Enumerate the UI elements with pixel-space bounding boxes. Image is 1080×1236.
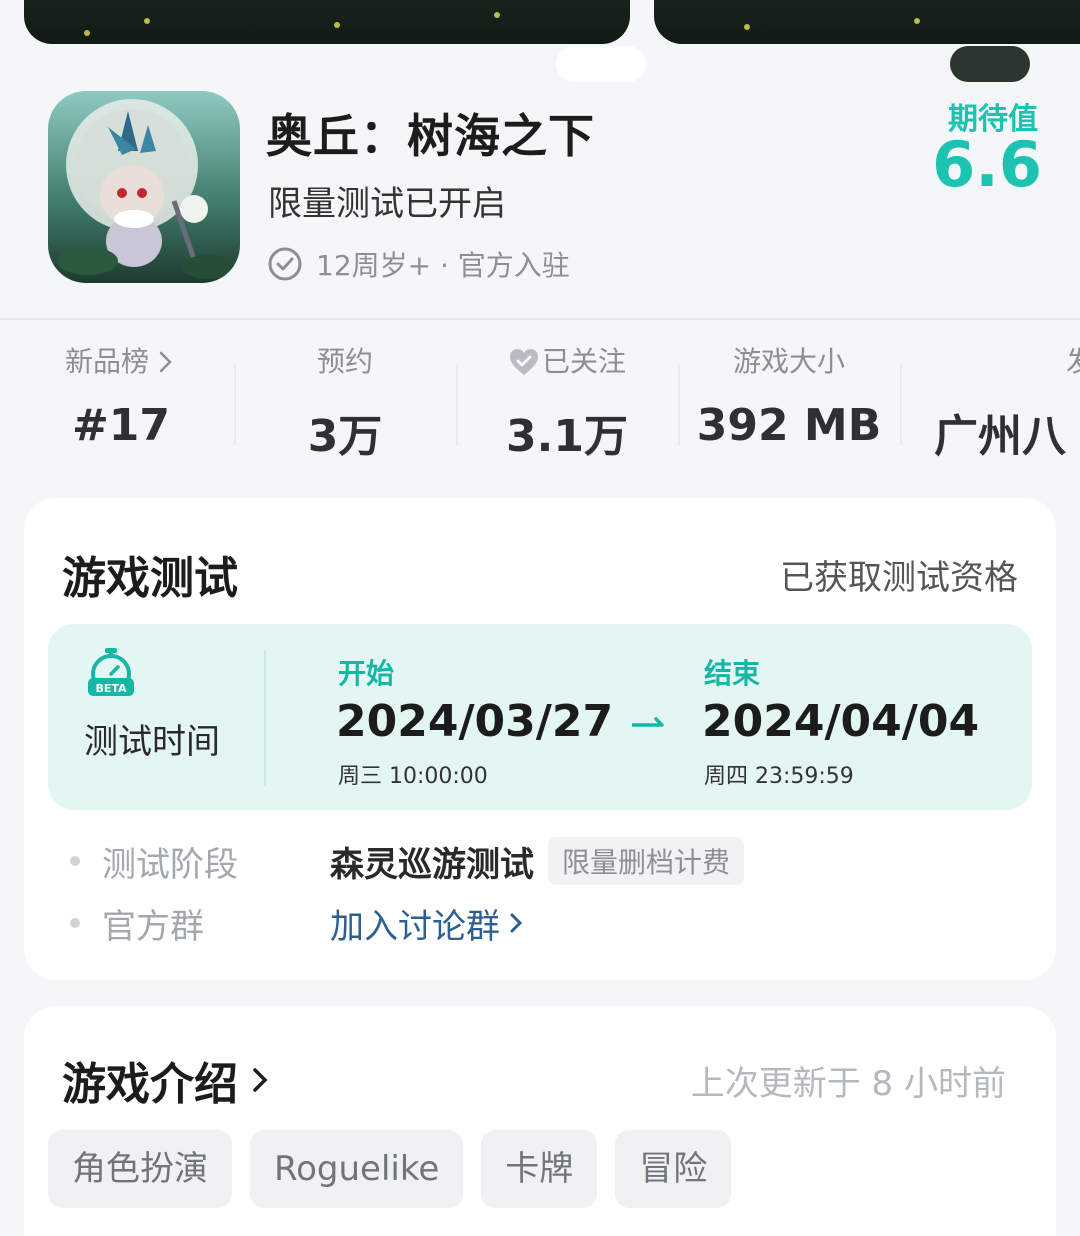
stat-value: 392 MB [696, 400, 882, 451]
test-stage-key: 测试阶段 [102, 844, 238, 885]
chevron-right-icon [159, 351, 172, 373]
test-qualification-status: 已获取测试资格 [780, 558, 1018, 598]
test-time-label: 测试时间 [84, 722, 220, 762]
arrow-right-icon [632, 717, 664, 727]
stat-label: 预约 [316, 345, 373, 378]
stat-size: 游戏大小 392 MB [678, 340, 900, 451]
expect-score: 6.6 [932, 128, 1042, 201]
stat-label: 发 [1066, 340, 1080, 384]
stats-row: 新品榜 #17 预约 3万 已关注 3.1万 游戏大小 392 MB 发 广州八 [0, 340, 1080, 462]
stat-label: 已关注 [541, 345, 626, 378]
tag-card[interactable]: 卡牌 [481, 1130, 598, 1208]
stat-label: 新品榜 [64, 345, 149, 378]
official-group-key: 官方群 [102, 906, 204, 947]
divider [0, 318, 1080, 320]
stat-value: 广州八 [934, 411, 1066, 462]
stat-reservations: 预约 3万 [234, 340, 456, 464]
tag-adventure[interactable]: 冒险 [615, 1130, 732, 1208]
chevron-right-icon [253, 1068, 268, 1092]
start-label: 开始 [338, 657, 395, 690]
game-intro-card: 游戏介绍 上次更新于 8 小时前 角色扮演 Roguelike 卡牌 冒险 [24, 1006, 1056, 1236]
beta-icon-text: BETA [95, 682, 127, 695]
start-time: 周三 10:00:00 [338, 764, 488, 789]
test-time-box: BETA 测试时间 开始 2024/03/27 周三 10:00:00 结束 2… [48, 624, 1032, 810]
beta-timer-icon: BETA [88, 648, 134, 696]
heart-icon [509, 349, 538, 375]
media-carousel[interactable] [0, 0, 1080, 82]
test-stage-badge: 限量删档计费 [548, 837, 745, 885]
card-title: 游戏测试 [62, 553, 238, 604]
bullet [70, 856, 80, 866]
last-updated: 上次更新于 8 小时前 [690, 1064, 1006, 1104]
end-date: 2024/04/04 [702, 696, 980, 747]
media-thumbnail[interactable] [24, 0, 630, 44]
media-thumbnail[interactable] [654, 0, 1080, 44]
game-subtitle: 限量测试已开启 [268, 184, 506, 224]
stat-ranking[interactable]: 新品榜 #17 [10, 340, 232, 451]
chevron-right-icon [510, 913, 523, 933]
test-stage-row: 测试阶段 森灵巡游测试 限量删档计费 [70, 836, 745, 886]
media-pill [950, 46, 1030, 82]
divider [264, 650, 266, 786]
end-time: 周四 23:59:59 [704, 764, 854, 789]
game-title: 奥丘：树海之下 [266, 109, 595, 163]
game-icon [48, 91, 240, 283]
tag-list: 角色扮演 Roguelike 卡牌 冒险 [48, 1130, 749, 1208]
game-meta-text: 12周岁+ · 官方入驻 [316, 249, 570, 282]
check-circle-icon [268, 247, 302, 281]
end-label: 结束 [704, 657, 761, 690]
join-discussion-label: 加入讨论群 [330, 906, 500, 947]
stat-value: 3.1万 [506, 411, 628, 462]
start-date: 2024/03/27 [336, 696, 614, 747]
bullet [70, 918, 80, 928]
media-pill [556, 46, 646, 82]
stat-separator [900, 364, 902, 446]
game-intro-header[interactable]: 游戏介绍 [62, 1048, 272, 1112]
stat-follow[interactable]: 已关注 3.1万 [456, 340, 678, 464]
stat-value: 3万 [307, 411, 383, 462]
game-test-card: 游戏测试 已获取测试资格 BETA 测试时间 开始 2024/03/27 周三 … [24, 498, 1056, 980]
stat-value: #17 [71, 400, 171, 451]
stat-label: 游戏大小 [732, 345, 845, 378]
game-meta: 12周岁+ · 官方入驻 [268, 244, 570, 284]
official-group-row: 官方群 加入讨论群 [70, 898, 526, 948]
tag-role-playing[interactable]: 角色扮演 [48, 1130, 232, 1208]
tag-roguelike[interactable]: Roguelike [250, 1130, 464, 1208]
card-title: 游戏介绍 [62, 1059, 238, 1110]
join-discussion-link[interactable]: 加入讨论群 [330, 899, 526, 948]
stat-publisher[interactable]: 发 广州八 [934, 340, 1080, 464]
test-stage-value: 森灵巡游测试 [330, 844, 534, 885]
